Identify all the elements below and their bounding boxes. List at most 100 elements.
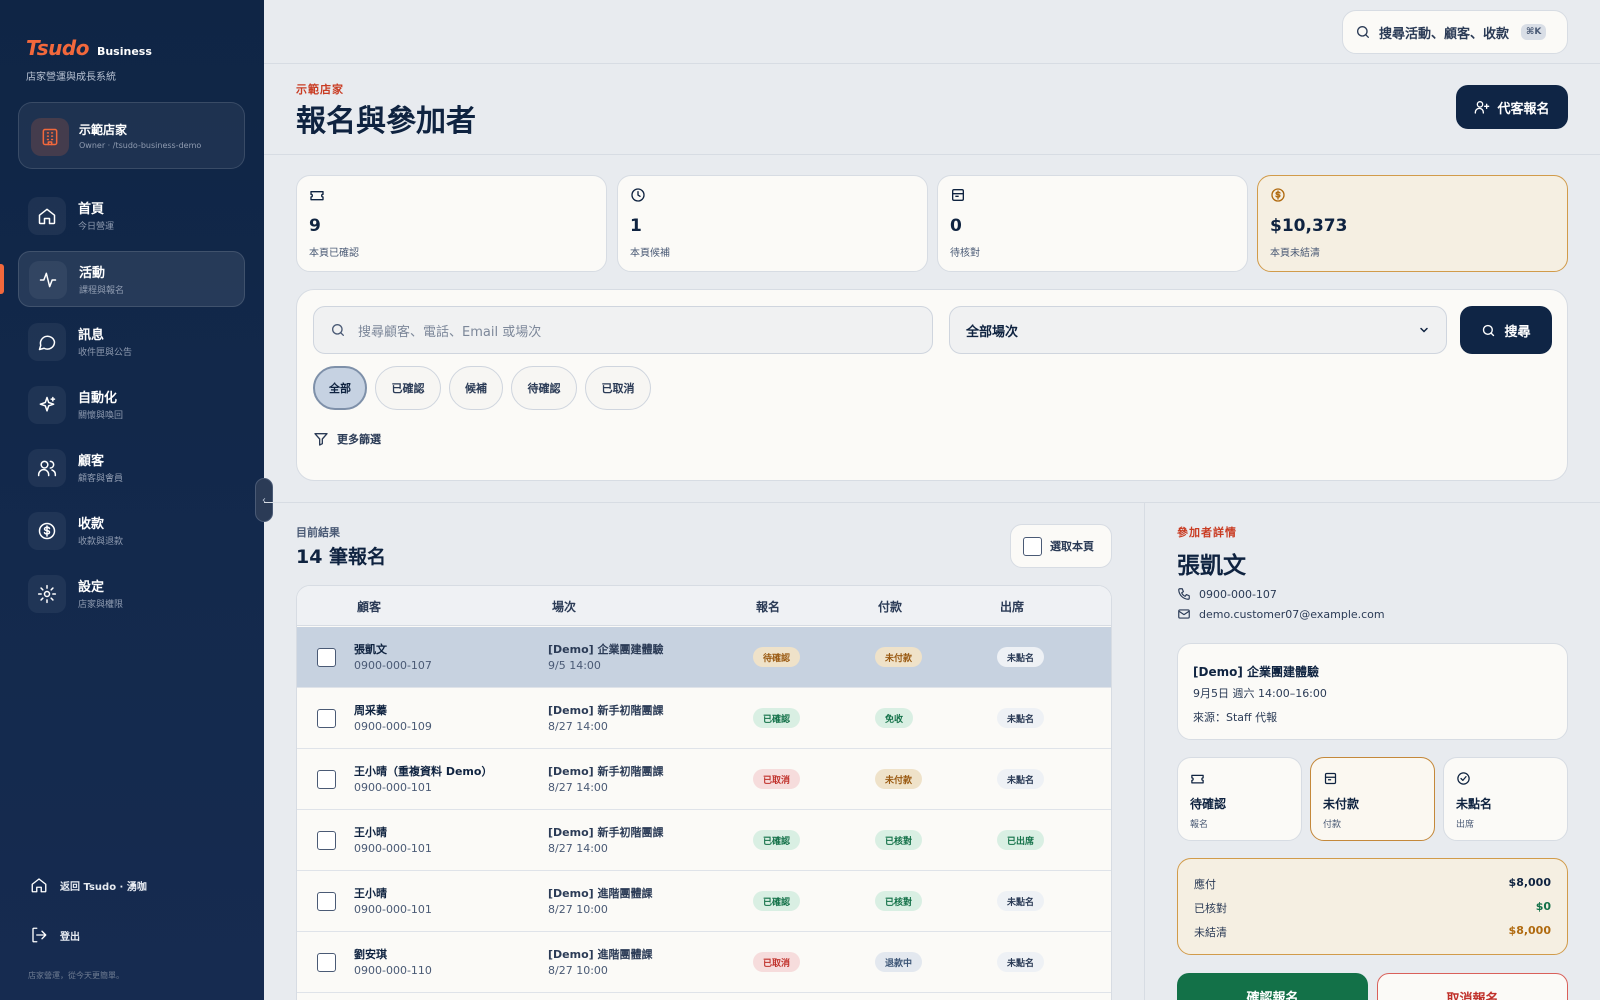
stat-unsettled: $10,373 本頁未結清: [1257, 175, 1568, 272]
table-row[interactable]: 王小晴 0900-000-101 [Demo] 進階團體課 8/27 10:00…: [297, 871, 1111, 932]
registration-status-badge: 已確認: [753, 830, 801, 850]
sparkle-icon: [28, 386, 66, 424]
detail-payment-status[interactable]: 未付款 付款: [1310, 757, 1435, 841]
brand[interactable]: Tsudo Business: [26, 36, 152, 60]
more-filters-button[interactable]: 更多篩選: [313, 431, 381, 447]
proxy-register-button[interactable]: 代客報名: [1456, 85, 1568, 129]
session-name: [Demo] 新手初階團課: [548, 765, 664, 778]
filter-chip-pending[interactable]: 待確認: [511, 366, 577, 410]
building-icon: [31, 118, 69, 156]
detail-email[interactable]: demo.customer07@example.com: [1177, 607, 1385, 621]
column-header[interactable]: 出席: [1000, 598, 1024, 615]
column-header[interactable]: 報名: [756, 598, 780, 615]
stat-label: 本頁已確認: [309, 248, 359, 259]
registrations-table: 顧客 場次 報名 付款 出席 張凱文 0900-000-107 [Demo] 企…: [296, 585, 1112, 1000]
attendance-status-badge: 未點名: [997, 708, 1045, 728]
table-row[interactable]: 周采蓁 0900-000-109 [Demo] 新手初階團課 8/27 14:0…: [297, 688, 1111, 749]
home-icon: [30, 876, 48, 894]
row-checkbox[interactable]: [317, 892, 336, 911]
sidebar-item-settings[interactable]: 設定 店家與權限: [18, 566, 245, 622]
table-row[interactable]: 王小晴 0900-000-101 [Demo] 新手初階團課 8/27 14:0…: [297, 810, 1111, 871]
proxy-register-label: 代客報名: [1497, 101, 1550, 117]
table-row[interactable]: 王小晴（重複資料 Demo） 0900-000-101 [Demo] 新手初階團…: [297, 749, 1111, 810]
attendance-status-badge: 未點名: [997, 647, 1045, 667]
payment-label: 未結清: [1194, 926, 1227, 939]
row-checkbox[interactable]: [317, 831, 336, 850]
column-header[interactable]: 付款: [878, 598, 902, 615]
payment-value: $8,000: [1508, 924, 1551, 937]
filter-chip-waitlist[interactable]: 候補: [449, 366, 503, 410]
confirm-registration-button[interactable]: 確認報名: [1177, 973, 1368, 1000]
sidebar-item-customers[interactable]: 顧客 顧客與會員: [18, 440, 245, 496]
payment-status-badge: 退款中: [875, 952, 923, 972]
detail-phone[interactable]: 0900-000-107: [1177, 587, 1277, 601]
stat-waitlist: 1 本頁候補: [617, 175, 928, 272]
brand-sub: Business: [96, 45, 152, 58]
sidebar-item-label: 顧客: [78, 454, 105, 469]
detail-registration-status[interactable]: 待確認 報名: [1177, 757, 1302, 841]
header-divider: [264, 154, 1600, 155]
store-name: 示範店家: [79, 123, 128, 137]
row-checkbox[interactable]: [317, 953, 336, 972]
filter-panel: 搜尋顧客、電話、Email 或場次 全部場次 搜尋 全部 已確認 候補 待確認 …: [296, 289, 1568, 481]
payment-status-badge: 免收: [875, 708, 914, 728]
status-label: 報名: [1190, 820, 1209, 830]
search-button[interactable]: 搜尋: [1460, 306, 1552, 354]
attendance-status-badge: 未點名: [997, 891, 1045, 911]
row-checkbox[interactable]: [317, 709, 336, 728]
global-search-button[interactable]: 搜尋活動、顧客、收款 ⌘K: [1342, 10, 1568, 54]
stat-value: 0: [950, 216, 962, 236]
sidebar-item-sub: 店家與權限: [78, 600, 124, 610]
sidebar-item-activity[interactable]: 活動 課程與報名: [18, 251, 245, 307]
filter-chip-confirmed[interactable]: 已確認: [375, 366, 441, 410]
logout-link[interactable]: 登出: [30, 926, 80, 944]
sidebar-item-home[interactable]: 首頁 今日營運: [18, 188, 245, 244]
table-row[interactable]: 劉安琪 0900-000-110 [Demo] 進階團體課 8/27 10:00…: [297, 932, 1111, 993]
select-page-checkbox[interactable]: [1023, 536, 1042, 556]
registration-search-input[interactable]: 搜尋顧客、電話、Email 或場次: [313, 306, 933, 354]
session-select[interactable]: 全部場次: [949, 306, 1447, 354]
payment-label: 已核對: [1194, 902, 1227, 915]
store-switcher[interactable]: 示範店家 Owner · /tsudo-business-demo: [18, 102, 245, 169]
cancel-registration-button[interactable]: 取消報名: [1377, 973, 1568, 1000]
row-checkbox[interactable]: [317, 648, 336, 667]
coin-icon: [1270, 187, 1286, 203]
sidebar-item-sub: 收款與退款: [78, 537, 124, 547]
row-checkbox[interactable]: [317, 770, 336, 789]
payment-status-badge: 未付款: [875, 769, 923, 789]
table-row[interactable]: 張凱文 0900-000-107 [Demo] 企業團建體驗 9/5 14:00…: [297, 627, 1111, 688]
sidebar-item-label: 自動化: [78, 391, 118, 406]
phone-icon: [1177, 587, 1191, 601]
more-filters-label: 更多篩選: [337, 433, 381, 446]
sidebar-item-payments[interactable]: 收款 收款與退款: [18, 503, 245, 559]
sidebar-item-label: 訊息: [78, 328, 105, 343]
registration-status-badge: 已取消: [753, 769, 801, 789]
search-placeholder: 搜尋顧客、電話、Email 或場次: [358, 324, 542, 340]
sidebar-item-messages[interactable]: 訊息 收件匣與公告: [18, 314, 245, 370]
customer-phone: 0900-000-107: [354, 659, 432, 672]
sidebar: Tsudo Business 店家營運與成長系統 示範店家 Owner · /t…: [0, 0, 264, 1000]
registration-status-badge: 待確認: [753, 647, 801, 667]
results-eyebrow: 目前結果: [296, 526, 340, 539]
mail-icon: [1177, 607, 1191, 621]
collapse-sidebar-button[interactable]: ‹: [255, 478, 273, 522]
check-circle-icon: [1456, 771, 1471, 786]
sidebar-item-automation[interactable]: 自動化 關懷與喚回: [18, 377, 245, 433]
ticket-icon: [309, 187, 325, 203]
users-icon: [28, 449, 66, 487]
keyboard-shortcut-badge: ⌘K: [1521, 24, 1547, 40]
stat-label: 本頁候補: [630, 248, 670, 259]
filter-chip-cancelled[interactable]: 已取消: [585, 366, 651, 410]
detail-attendance-status[interactable]: 未點名 出席: [1443, 757, 1568, 841]
column-header[interactable]: 場次: [552, 598, 576, 615]
gear-icon: [28, 575, 66, 613]
stat-value: $10,373: [1270, 216, 1348, 236]
receipt-icon: [1323, 771, 1338, 786]
select-page-toggle[interactable]: 選取本頁: [1010, 524, 1112, 568]
column-header[interactable]: 顧客: [357, 598, 381, 615]
filter-chip-all[interactable]: 全部: [313, 366, 367, 410]
page-title: 報名與參加者: [296, 104, 476, 139]
chevron-down-icon: [1418, 324, 1430, 336]
detail-eyebrow: 參加者詳情: [1177, 526, 1237, 539]
back-to-tsudo-link[interactable]: 返回 Tsudo · 湧咖: [30, 876, 147, 894]
